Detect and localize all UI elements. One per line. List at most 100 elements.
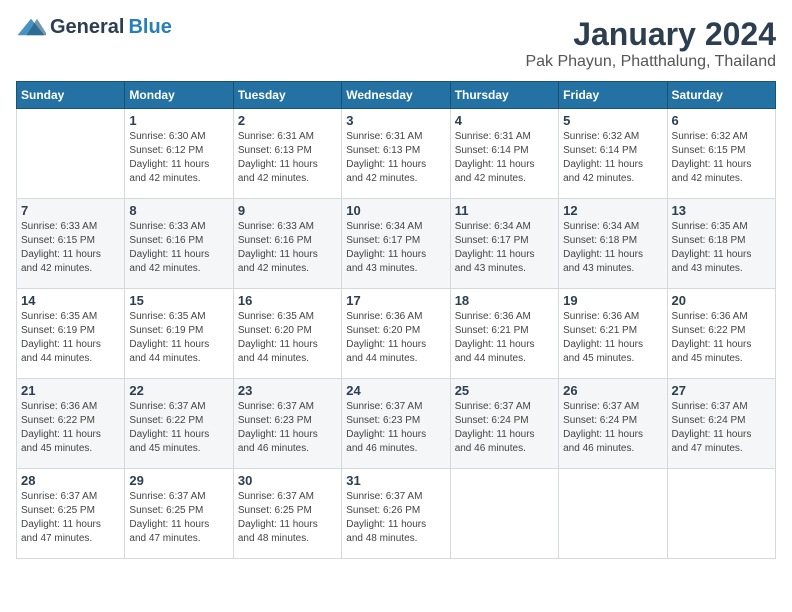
day-number: 12 [563, 203, 662, 218]
header-day: Tuesday [233, 82, 341, 109]
day-info: Sunrise: 6:30 AM Sunset: 6:12 PM Dayligh… [129, 130, 228, 186]
day-number: 20 [672, 293, 771, 308]
calendar-cell: 24 Sunrise: 6:37 AM Sunset: 6:23 PM Dayli… [342, 379, 450, 469]
header-day: Wednesday [342, 82, 450, 109]
day-info: Sunrise: 6:33 AM Sunset: 6:16 PM Dayligh… [238, 220, 337, 276]
day-number: 11 [455, 203, 554, 218]
calendar-week-row: 7 Sunrise: 6:33 AM Sunset: 6:15 PM Daylig… [17, 199, 776, 289]
day-number: 27 [672, 383, 771, 398]
calendar-cell: 1 Sunrise: 6:30 AM Sunset: 6:12 PM Daylig… [125, 109, 233, 199]
calendar-cell: 10 Sunrise: 6:34 AM Sunset: 6:17 PM Dayli… [342, 199, 450, 289]
day-info: Sunrise: 6:31 AM Sunset: 6:13 PM Dayligh… [346, 130, 445, 186]
day-info: Sunrise: 6:36 AM Sunset: 6:21 PM Dayligh… [563, 310, 662, 366]
calendar-cell [17, 109, 125, 199]
logo-icon [16, 17, 46, 37]
calendar-cell: 21 Sunrise: 6:36 AM Sunset: 6:22 PM Dayli… [17, 379, 125, 469]
calendar-cell: 2 Sunrise: 6:31 AM Sunset: 6:13 PM Daylig… [233, 109, 341, 199]
calendar-cell: 16Sunrise: 6:35 AM Sunset: 6:20 PM Dayli… [233, 289, 341, 379]
calendar-cell: 9Sunrise: 6:33 AM Sunset: 6:16 PM Daylig… [233, 199, 341, 289]
day-number: 1 [129, 113, 228, 128]
day-number: 22 [129, 383, 228, 398]
day-number: 10 [346, 203, 445, 218]
day-info: Sunrise: 6:33 AM Sunset: 6:16 PM Dayligh… [129, 220, 228, 276]
calendar-week-row: 28 Sunrise: 6:37 AM Sunset: 6:25 PM Dayli… [17, 469, 776, 559]
day-info: Sunrise: 6:36 AM Sunset: 6:22 PM Dayligh… [21, 400, 120, 456]
calendar-cell: 6Sunrise: 6:32 AM Sunset: 6:15 PM Daylig… [667, 109, 775, 199]
day-info: Sunrise: 6:37 AM Sunset: 6:25 PM Dayligh… [238, 490, 337, 546]
day-number: 26 [563, 383, 662, 398]
calendar-cell [559, 469, 667, 559]
day-info: Sunrise: 6:31 AM Sunset: 6:14 PM Dayligh… [455, 130, 554, 186]
day-number: 23 [238, 383, 337, 398]
day-number: 21 [21, 383, 120, 398]
day-info: Sunrise: 6:37 AM Sunset: 6:22 PM Dayligh… [129, 400, 228, 456]
calendar-cell: 26 Sunrise: 6:37 AM Sunset: 6:24 PM Dayli… [559, 379, 667, 469]
calendar-cell: 29Sunrise: 6:37 AM Sunset: 6:25 PM Dayli… [125, 469, 233, 559]
calendar-table: SundayMondayTuesdayWednesdayThursdayFrid… [16, 81, 776, 559]
header-row: SundayMondayTuesdayWednesdayThursdayFrid… [17, 82, 776, 109]
calendar-cell: 25Sunrise: 6:37 AM Sunset: 6:24 PM Dayli… [450, 379, 558, 469]
day-number: 5 [563, 113, 662, 128]
day-info: Sunrise: 6:36 AM Sunset: 6:21 PM Dayligh… [455, 310, 554, 366]
calendar-cell: 8Sunrise: 6:33 AM Sunset: 6:16 PM Daylig… [125, 199, 233, 289]
calendar-cell: 13Sunrise: 6:35 AM Sunset: 6:18 PM Dayli… [667, 199, 775, 289]
day-info: Sunrise: 6:32 AM Sunset: 6:14 PM Dayligh… [563, 130, 662, 186]
header-day: Monday [125, 82, 233, 109]
calendar-body: 1 Sunrise: 6:30 AM Sunset: 6:12 PM Daylig… [17, 109, 776, 559]
day-number: 15 [129, 293, 228, 308]
day-number: 7 [21, 203, 120, 218]
header-day: Sunday [17, 82, 125, 109]
logo-general: General [50, 16, 124, 39]
calendar-cell: 19Sunrise: 6:36 AM Sunset: 6:21 PM Dayli… [559, 289, 667, 379]
day-number: 2 [238, 113, 337, 128]
calendar-cell: 11Sunrise: 6:34 AM Sunset: 6:17 PM Dayli… [450, 199, 558, 289]
header-day: Saturday [667, 82, 775, 109]
calendar-cell: 27Sunrise: 6:37 AM Sunset: 6:24 PM Dayli… [667, 379, 775, 469]
location-title: Pak Phayun, Phatthalung, Thailand [525, 53, 776, 71]
calendar-cell: 15Sunrise: 6:35 AM Sunset: 6:19 PM Dayli… [125, 289, 233, 379]
calendar-cell: 31 Sunrise: 6:37 AM Sunset: 6:26 PM Dayli… [342, 469, 450, 559]
calendar-cell: 3Sunrise: 6:31 AM Sunset: 6:13 PM Daylig… [342, 109, 450, 199]
calendar-cell [450, 469, 558, 559]
day-info: Sunrise: 6:31 AM Sunset: 6:13 PM Dayligh… [238, 130, 337, 186]
day-number: 24 [346, 383, 445, 398]
day-number: 31 [346, 473, 445, 488]
day-number: 28 [21, 473, 120, 488]
day-info: Sunrise: 6:37 AM Sunset: 6:23 PM Dayligh… [346, 400, 445, 456]
calendar-cell: 5 Sunrise: 6:32 AM Sunset: 6:14 PM Daylig… [559, 109, 667, 199]
calendar-cell: 14Sunrise: 6:35 AM Sunset: 6:19 PM Dayli… [17, 289, 125, 379]
logo-blue: Blue [128, 16, 171, 39]
day-info: Sunrise: 6:36 AM Sunset: 6:22 PM Dayligh… [672, 310, 771, 366]
day-number: 18 [455, 293, 554, 308]
calendar-header: SundayMondayTuesdayWednesdayThursdayFrid… [17, 82, 776, 109]
header-day: Thursday [450, 82, 558, 109]
day-info: Sunrise: 6:37 AM Sunset: 6:24 PM Dayligh… [563, 400, 662, 456]
day-number: 13 [672, 203, 771, 218]
calendar-cell: 30Sunrise: 6:37 AM Sunset: 6:25 PM Dayli… [233, 469, 341, 559]
calendar-cell: 4 Sunrise: 6:31 AM Sunset: 6:14 PM Daylig… [450, 109, 558, 199]
calendar-week-row: 14Sunrise: 6:35 AM Sunset: 6:19 PM Dayli… [17, 289, 776, 379]
calendar-week-row: 21 Sunrise: 6:36 AM Sunset: 6:22 PM Dayli… [17, 379, 776, 469]
title-section: January 2024 Pak Phayun, Phatthalung, Th… [525, 16, 776, 71]
header-day: Friday [559, 82, 667, 109]
day-info: Sunrise: 6:37 AM Sunset: 6:23 PM Dayligh… [238, 400, 337, 456]
day-number: 29 [129, 473, 228, 488]
day-number: 17 [346, 293, 445, 308]
day-number: 6 [672, 113, 771, 128]
header: General Blue January 2024 Pak Phayun, Ph… [16, 16, 776, 71]
day-info: Sunrise: 6:34 AM Sunset: 6:17 PM Dayligh… [346, 220, 445, 276]
day-info: Sunrise: 6:37 AM Sunset: 6:25 PM Dayligh… [21, 490, 120, 546]
day-info: Sunrise: 6:33 AM Sunset: 6:15 PM Dayligh… [21, 220, 120, 276]
calendar-cell: 18 Sunrise: 6:36 AM Sunset: 6:21 PM Dayli… [450, 289, 558, 379]
day-info: Sunrise: 6:37 AM Sunset: 6:26 PM Dayligh… [346, 490, 445, 546]
day-number: 4 [455, 113, 554, 128]
month-title: January 2024 [525, 16, 776, 53]
calendar-cell: 17Sunrise: 6:36 AM Sunset: 6:20 PM Dayli… [342, 289, 450, 379]
calendar-cell: 22 Sunrise: 6:37 AM Sunset: 6:22 PM Dayli… [125, 379, 233, 469]
calendar-cell: 20 Sunrise: 6:36 AM Sunset: 6:22 PM Dayli… [667, 289, 775, 379]
calendar-cell: 28 Sunrise: 6:37 AM Sunset: 6:25 PM Dayli… [17, 469, 125, 559]
day-info: Sunrise: 6:35 AM Sunset: 6:19 PM Dayligh… [21, 310, 120, 366]
day-number: 16 [238, 293, 337, 308]
calendar-cell [667, 469, 775, 559]
day-number: 25 [455, 383, 554, 398]
